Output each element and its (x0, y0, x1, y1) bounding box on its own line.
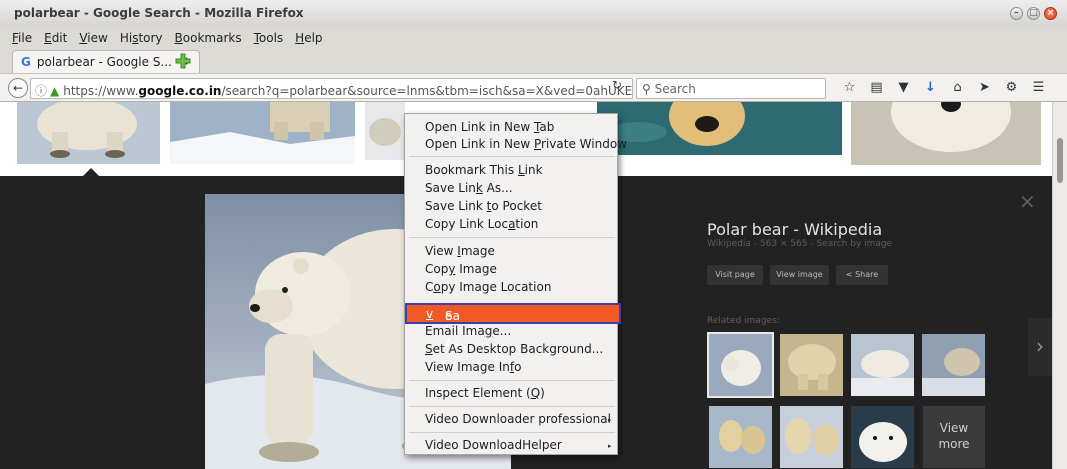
menu-separator (409, 237, 615, 238)
related-image-4[interactable] (922, 334, 985, 396)
menu-video-downloader-professional[interactable]: Video Downloader professional (425, 412, 611, 426)
menu-help[interactable]: Help (295, 27, 328, 49)
menu-separator (409, 406, 615, 407)
scrollbar-thumb[interactable] (1057, 138, 1063, 183)
related-image-7[interactable] (851, 406, 914, 468)
menu-view[interactable]: View (79, 27, 113, 49)
minimize-button[interactable]: – (1010, 7, 1023, 20)
view-more-line1: View (939, 421, 969, 435)
menu-history[interactable]: History (120, 27, 169, 49)
google-favicon-icon: G (21, 55, 31, 69)
menu-file[interactable]: File (12, 27, 38, 49)
menu-copy-image-location[interactable]: Copy Image Location (425, 280, 551, 294)
tab-bar: Gpolarbear - Google S... × (0, 49, 1067, 73)
menu-bar: File Edit View History Bookmarks Tools H… (0, 27, 335, 49)
related-image-2[interactable] (780, 334, 843, 396)
home-icon[interactable]: ⌂ (944, 80, 971, 95)
menu-bookmarks[interactable]: Bookmarks (175, 27, 248, 49)
pocket-icon[interactable]: ▼ (890, 80, 917, 95)
reading-list-icon[interactable]: ▤ (863, 80, 890, 95)
window-titlebar: polarbear - Google Search - Mozilla Fire… (0, 0, 1067, 27)
menu-open-link-new-tab[interactable]: Open Link in New Tab (425, 120, 554, 134)
menu-video-downloadhelper[interactable]: Video DownloadHelper (425, 438, 562, 452)
url-bar[interactable]: ⓘ ▲ https://www.google.co.in/search?q=pola… (30, 78, 633, 99)
thumbnail-polar-bear-2[interactable] (170, 102, 355, 164)
menu-set-desktop-background[interactable]: Set As Desktop Background... (425, 342, 603, 356)
search-placeholder: Search (654, 82, 696, 96)
star-icon[interactable]: ☆ (836, 80, 863, 95)
view-more-button[interactable]: View more (923, 406, 985, 468)
thumbnail-polar-bear-3[interactable] (365, 102, 405, 160)
url-domain: google.co.in (138, 84, 222, 98)
share-label: Share (855, 270, 879, 279)
maximize-button[interactable]: □ (1027, 7, 1040, 20)
window-title: polarbear - Google Search - Mozilla Fire… (14, 6, 304, 20)
page-scrollbar[interactable] (1052, 102, 1067, 469)
result-subtitle: Wikipedia - 563 × 565 - Search by image (707, 239, 893, 249)
back-arrow-icon[interactable]: ← (8, 78, 28, 98)
view-image-button[interactable]: View image (770, 265, 829, 285)
menu-inspect-element[interactable]: Inspect Element (Q) (425, 386, 545, 400)
tab-google-search[interactable]: Gpolarbear - Google S... × (12, 50, 200, 73)
window-controls: – □ × (1010, 7, 1057, 20)
firefox-window: polarbear - Google Search - Mozilla Fire… (0, 0, 1067, 469)
search-input[interactable]: ⚲ Search (636, 78, 826, 99)
result-title[interactable]: Polar bear - Wikipedia (707, 220, 882, 239)
lock-icon: ▲ (50, 84, 60, 98)
related-image-5[interactable] (709, 406, 772, 468)
related-image-1[interactable] (707, 332, 774, 398)
submenu-arrow-icon: ▸ (608, 442, 612, 450)
download-icon[interactable]: ↓ (917, 80, 944, 95)
related-image-3[interactable] (851, 334, 914, 396)
thumbnail-polar-bear-face[interactable] (851, 102, 1041, 165)
menu-save-link-pocket[interactable]: Save Link to Pocket (425, 199, 542, 213)
share-icon: < (845, 270, 853, 279)
thumbnail-polar-bear-1[interactable] (17, 102, 160, 164)
related-images-label: Related images: (707, 316, 780, 326)
context-menu: Open Link in New Tab Open Link in New Pr… (404, 113, 627, 455)
close-window-button[interactable]: × (1044, 7, 1057, 20)
menu-bookmark-link[interactable]: Bookmark This Link (425, 163, 543, 177)
visit-page-button[interactable]: Visit page (707, 265, 763, 285)
menu-edit[interactable]: Edit (44, 27, 73, 49)
submenu-arrow-icon: ▸ (608, 416, 612, 424)
menu-view-image-info[interactable]: View Image Info (425, 360, 521, 374)
menu-save-link-as[interactable]: Save Link As... (425, 181, 513, 195)
new-tab-plus-icon[interactable] (175, 53, 191, 69)
menu-copy-image[interactable]: Copy Image (425, 262, 497, 276)
menu-separator (409, 156, 615, 157)
related-image-6[interactable] (780, 406, 843, 468)
menu-tools[interactable]: Tools (254, 27, 290, 49)
tab-label: polarbear - Google S... (36, 55, 172, 69)
search-icon: ⚲ (642, 82, 651, 96)
menu-view-image[interactable]: View Image (425, 244, 495, 258)
thumbnail-polar-bear-swimming[interactable] (597, 102, 842, 155)
menu-open-link-private-window[interactable]: Open Link in New Private Window (425, 137, 627, 151)
menu-separator (409, 380, 615, 381)
share-button[interactable]: < Share (836, 265, 888, 285)
toolbar-icons: ☆ ▤ ▼ ↓ ⌂ ➤ ⚙ ☰ (836, 80, 1052, 95)
url-prefix: https://www. (63, 84, 139, 98)
next-image-chevron-icon[interactable]: › (1028, 318, 1052, 376)
menu-save-image-as[interactable]: Sa v e Image As... (405, 303, 621, 351)
viewer-close-icon[interactable]: ✕ (1019, 190, 1036, 214)
navigation-toolbar: ← ⓘ ▲ https://www.google.co.in/search?q=po… (0, 73, 1067, 102)
menu-email-image[interactable]: Email Image... (425, 324, 511, 338)
view-more-line2: more (938, 437, 970, 451)
site-info-icon[interactable]: ⓘ (35, 84, 47, 98)
menu-icon[interactable]: ☰ (1025, 80, 1052, 95)
menu-separator (409, 432, 615, 433)
menu-copy-link-location[interactable]: Copy Link Location (425, 217, 538, 231)
url-path: /search?q=polarbear&source=lnms&tbm=isch… (221, 84, 633, 98)
extension-icon[interactable]: ➤ (971, 80, 998, 95)
addon-icon[interactable]: ⚙ (998, 80, 1025, 95)
reload-icon[interactable]: ↻ (612, 78, 622, 92)
